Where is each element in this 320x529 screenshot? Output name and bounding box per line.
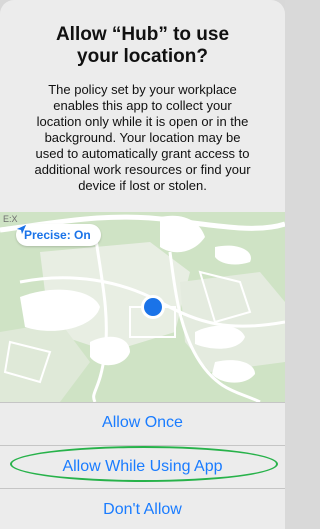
location-arrow-icon (16, 224, 27, 235)
precise-location-label: Precise: On (24, 228, 91, 242)
alert-message-line: device if lost or stolen. (78, 178, 207, 193)
alert-title-line: your location? (77, 46, 208, 67)
dont-allow-button[interactable]: Don't Allow (0, 491, 285, 529)
location-map[interactable]: E:X Precise: On (0, 212, 285, 402)
screen: Allow “Hub” to use your location? The po… (0, 0, 285, 529)
divider (0, 445, 285, 446)
precise-location-toggle[interactable]: Precise: On (16, 224, 101, 246)
divider (0, 488, 285, 489)
alert-title-line: Allow “Hub” to use (55, 24, 230, 45)
divider (0, 402, 285, 403)
allow-while-using-app-button[interactable]: Allow While Using App (0, 448, 285, 486)
alert-message-line: location only while it is open or in the (36, 114, 249, 129)
alert-message-line: The policy set by your workplace (48, 82, 237, 97)
alert-message-line: enables this app to collect your (53, 98, 232, 113)
map-label: E:X (3, 214, 18, 224)
location-permission-alert: Allow “Hub” to use your location? The po… (0, 0, 285, 529)
allow-once-button[interactable]: Allow Once (0, 404, 285, 442)
alert-message: The policy set by your workplace enables… (12, 82, 273, 194)
alert-title: Allow “Hub” to use your location? (0, 24, 285, 68)
alert-message-line: background. Your location may be (44, 130, 241, 145)
alert-actions: Allow Once Allow While Using App Don't A… (0, 402, 285, 529)
user-location-dot-icon (144, 298, 162, 316)
alert-message-line: additional work resources or find your (34, 162, 251, 177)
alert-message-line: used to automatically grant access to (35, 146, 250, 161)
